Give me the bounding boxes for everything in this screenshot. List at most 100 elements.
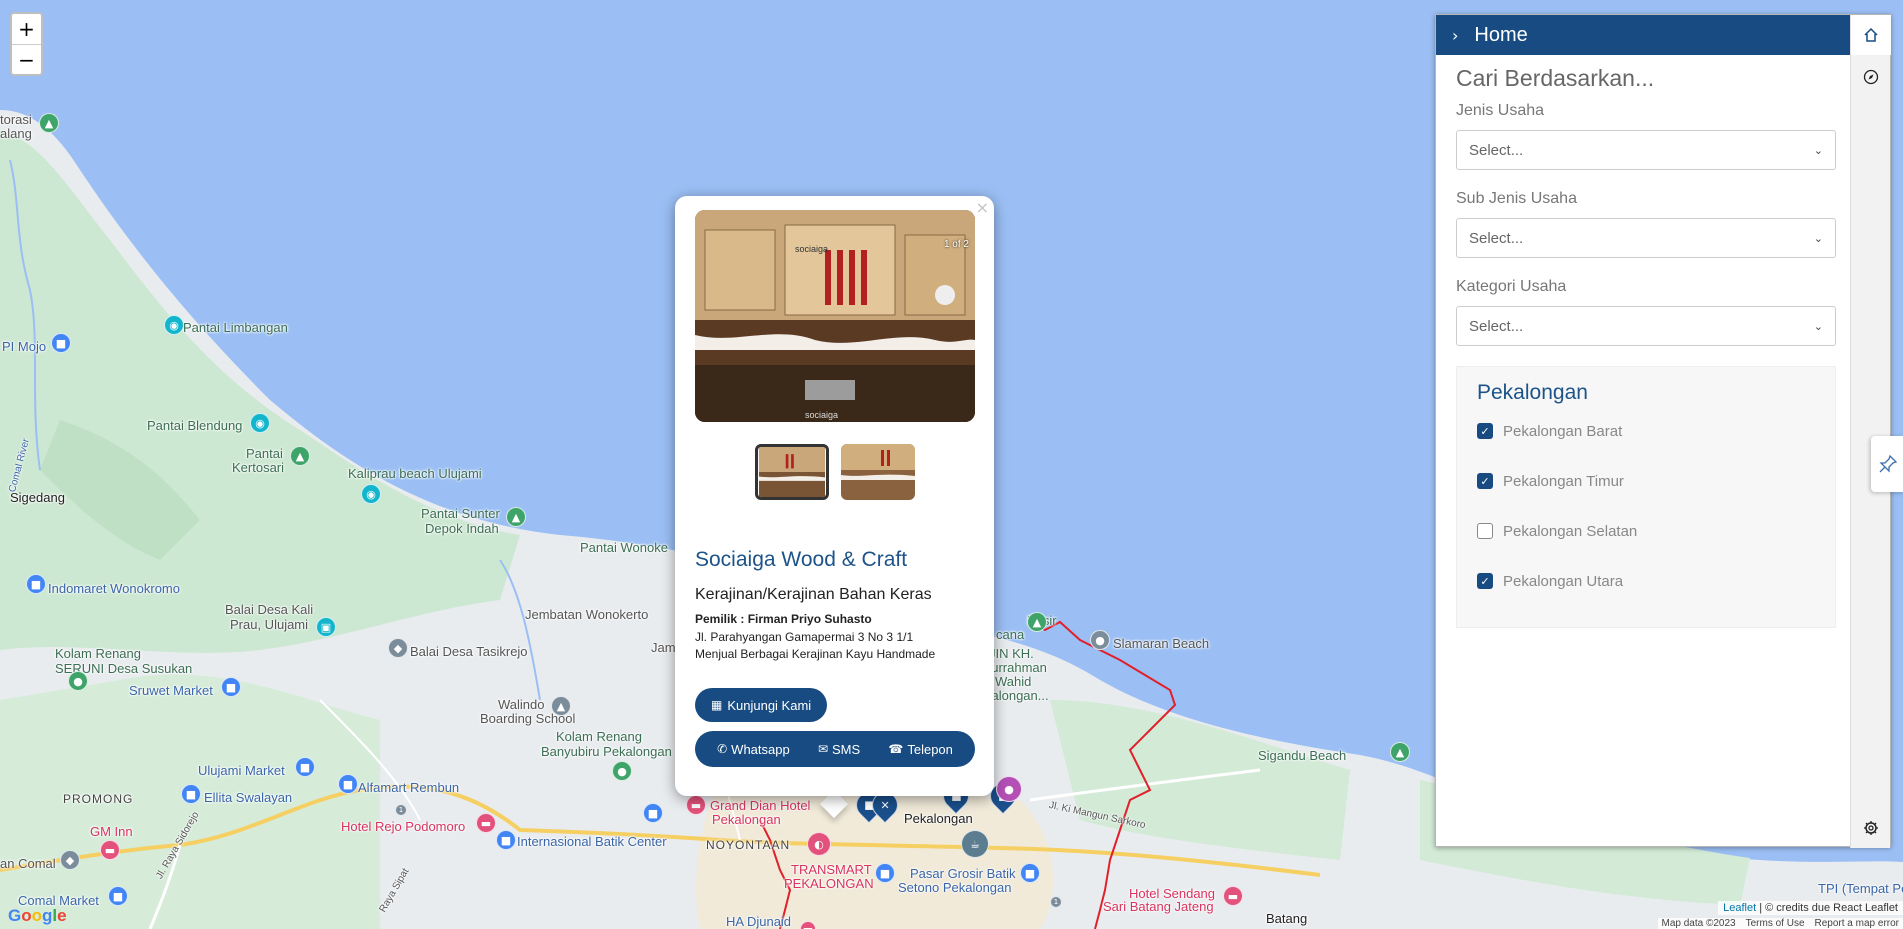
- close-icon[interactable]: ×: [976, 198, 989, 217]
- field-label-sub-jenis-usaha: Sub Jenis Usaha: [1456, 190, 1577, 207]
- map-label: Grand Dian Hotel: [710, 798, 811, 813]
- business-marker-icon[interactable]: ●: [996, 776, 1022, 802]
- zoom-out-button[interactable]: −: [12, 44, 41, 74]
- map-label: Pekalongan: [712, 812, 781, 827]
- hotel-marker-icon[interactable]: ▬: [1223, 886, 1243, 906]
- pin-tool-button[interactable]: [1871, 436, 1903, 492]
- map-icon: ▦: [711, 698, 723, 712]
- thumbnail-1[interactable]: [755, 444, 829, 500]
- photo-counter: 1 of 2: [943, 239, 969, 250]
- road-number-icon: 1: [395, 804, 407, 816]
- map-label: Internasional Batik Center: [517, 834, 667, 849]
- camera-marker-icon[interactable]: ◉: [250, 413, 270, 433]
- camera-marker-icon[interactable]: ◉: [361, 484, 381, 504]
- workshop-photo: sociaiga sociaiga: [695, 210, 975, 422]
- region-checkbox-row[interactable]: Pekalongan Selatan: [1477, 521, 1815, 541]
- shop-marker-icon[interactable]: ■: [181, 784, 201, 804]
- map-label: Sari Batang Jateng: [1103, 899, 1214, 914]
- zoom-in-button[interactable]: +: [12, 14, 41, 44]
- pool-marker-icon[interactable]: ●: [68, 671, 88, 691]
- select-value: Select...: [1469, 229, 1524, 247]
- kategori-usaha-select[interactable]: Select... ⌄: [1456, 306, 1836, 346]
- park-marker-icon[interactable]: ▲: [1027, 612, 1047, 632]
- office-marker-icon[interactable]: ▣: [316, 617, 336, 637]
- restaurant-marker-icon[interactable]: ◐: [807, 832, 831, 856]
- checkbox-unchecked-icon[interactable]: [1477, 523, 1493, 539]
- whatsapp-button[interactable]: ✆ Whatsapp: [717, 742, 790, 757]
- hotel-marker-icon[interactable]: ▬: [476, 813, 496, 833]
- sms-icon: ✉: [817, 742, 828, 756]
- hotel-marker-icon[interactable]: ▬: [100, 840, 120, 860]
- map-label: Kolam Renang: [55, 646, 141, 661]
- map-label: TRANSMART: [791, 862, 872, 877]
- region-checkbox-row[interactable]: ✓ Pekalongan Barat: [1477, 421, 1815, 441]
- park-marker-icon[interactable]: ▲: [39, 113, 59, 133]
- tab-home[interactable]: [1851, 15, 1891, 55]
- map-label: Banyubiru Pekalongan: [541, 744, 672, 759]
- shop-marker-icon[interactable]: ■: [875, 863, 895, 883]
- home-icon: [1864, 27, 1878, 42]
- visit-button[interactable]: ▦ Kunjungi Kami: [695, 688, 828, 722]
- map-label: NOYONTAAN: [706, 838, 791, 852]
- map-label: Balai Desa Kali: [225, 602, 314, 617]
- map-label: JIN KH.: [989, 646, 1034, 661]
- shop-marker-icon[interactable]: ■: [643, 803, 663, 823]
- map-label: GM Inn: [90, 824, 133, 839]
- phone-button[interactable]: ☎ Telepon: [888, 742, 953, 757]
- shop-marker-icon[interactable]: ■: [496, 830, 516, 850]
- shop-marker-icon[interactable]: ■: [26, 574, 46, 594]
- sidebar-header: › Home: [1436, 15, 1852, 55]
- region-checkbox-row[interactable]: ✓ Pekalongan Timur: [1477, 471, 1815, 491]
- beach-marker-icon[interactable]: ●: [1090, 630, 1110, 650]
- map-label: an Comal: [0, 856, 56, 871]
- terms-link[interactable]: Terms of Use: [1746, 918, 1805, 929]
- leaflet-link[interactable]: Leaflet: [1723, 902, 1756, 914]
- region-title: Pekalongan: [1477, 381, 1588, 404]
- report-link[interactable]: Report a map error: [1815, 918, 1899, 929]
- field-label-jenis-usaha: Jenis Usaha: [1456, 102, 1545, 119]
- tab-settings[interactable]: [1851, 808, 1891, 848]
- building-marker-icon[interactable]: ◆: [60, 850, 80, 870]
- map-label: Sigandu Beach: [1258, 748, 1347, 763]
- map-label: Pasar Grosir Batik: [910, 866, 1016, 881]
- camera-marker-icon[interactable]: ◉: [164, 315, 184, 335]
- tab-explore[interactable]: [1851, 57, 1891, 97]
- select-value: Select...: [1469, 317, 1524, 335]
- sub-jenis-usaha-select[interactable]: Select... ⌄: [1456, 218, 1836, 258]
- hotel-marker-icon[interactable]: ▬: [686, 795, 706, 815]
- park-marker-icon[interactable]: ▲: [506, 507, 526, 527]
- workshop-thumbnail: [758, 447, 826, 497]
- shop-marker-icon[interactable]: ■: [221, 677, 241, 697]
- park-marker-icon[interactable]: ▲: [290, 446, 310, 466]
- shop-marker-icon[interactable]: ■: [338, 774, 358, 794]
- search-heading: Cari Berdasarkan...: [1456, 65, 1655, 91]
- checkbox-checked-icon[interactable]: ✓: [1477, 423, 1493, 439]
- gear-icon: [1864, 821, 1878, 835]
- map-label: Ellita Swalayan: [204, 790, 293, 805]
- map-data-text: Map data ©2023: [1661, 918, 1736, 929]
- map-label: Ulujami Market: [198, 763, 285, 778]
- region-filter-card: Pekalongan ✓ Pekalongan Barat ✓ Pekalong…: [1456, 366, 1836, 628]
- business-description: Menjual Berbagai Kerajinan Kayu Handmade: [695, 647, 936, 661]
- cafe-marker-icon[interactable]: ☕: [961, 830, 989, 858]
- park-marker-icon[interactable]: ▲: [1390, 742, 1410, 762]
- thumbnail-2[interactable]: [841, 444, 915, 500]
- svg-text:sociaiga: sociaiga: [795, 244, 828, 254]
- region-checkbox-row[interactable]: ✓ Pekalongan Utara: [1477, 571, 1815, 591]
- sms-button[interactable]: ✉ SMS: [818, 742, 860, 757]
- shop-marker-icon[interactable]: ■: [1020, 863, 1040, 883]
- school-marker-icon[interactable]: ▲: [551, 696, 571, 716]
- building-marker-icon[interactable]: ◆: [388, 638, 408, 658]
- checkbox-checked-icon[interactable]: ✓: [1477, 473, 1493, 489]
- business-photo[interactable]: sociaiga sociaiga 1 of 2: [695, 210, 975, 422]
- business-address: Jl. Parahyangan Gamapermai 3 No 3 1/1: [695, 630, 914, 644]
- shop-marker-icon[interactable]: ■: [108, 886, 128, 906]
- shop-marker-icon[interactable]: ■: [295, 757, 315, 777]
- pool-marker-icon[interactable]: ●: [612, 761, 632, 781]
- svg-text:sociaiga: sociaiga: [805, 410, 838, 420]
- checkbox-checked-icon[interactable]: ✓: [1477, 573, 1493, 589]
- business-category: Kerajinan/Kerajinan Bahan Keras: [695, 586, 932, 603]
- chevron-right-icon[interactable]: ›: [1452, 26, 1458, 45]
- shop-marker-icon[interactable]: ■: [51, 333, 71, 353]
- jenis-usaha-select[interactable]: Select... ⌄: [1456, 130, 1836, 170]
